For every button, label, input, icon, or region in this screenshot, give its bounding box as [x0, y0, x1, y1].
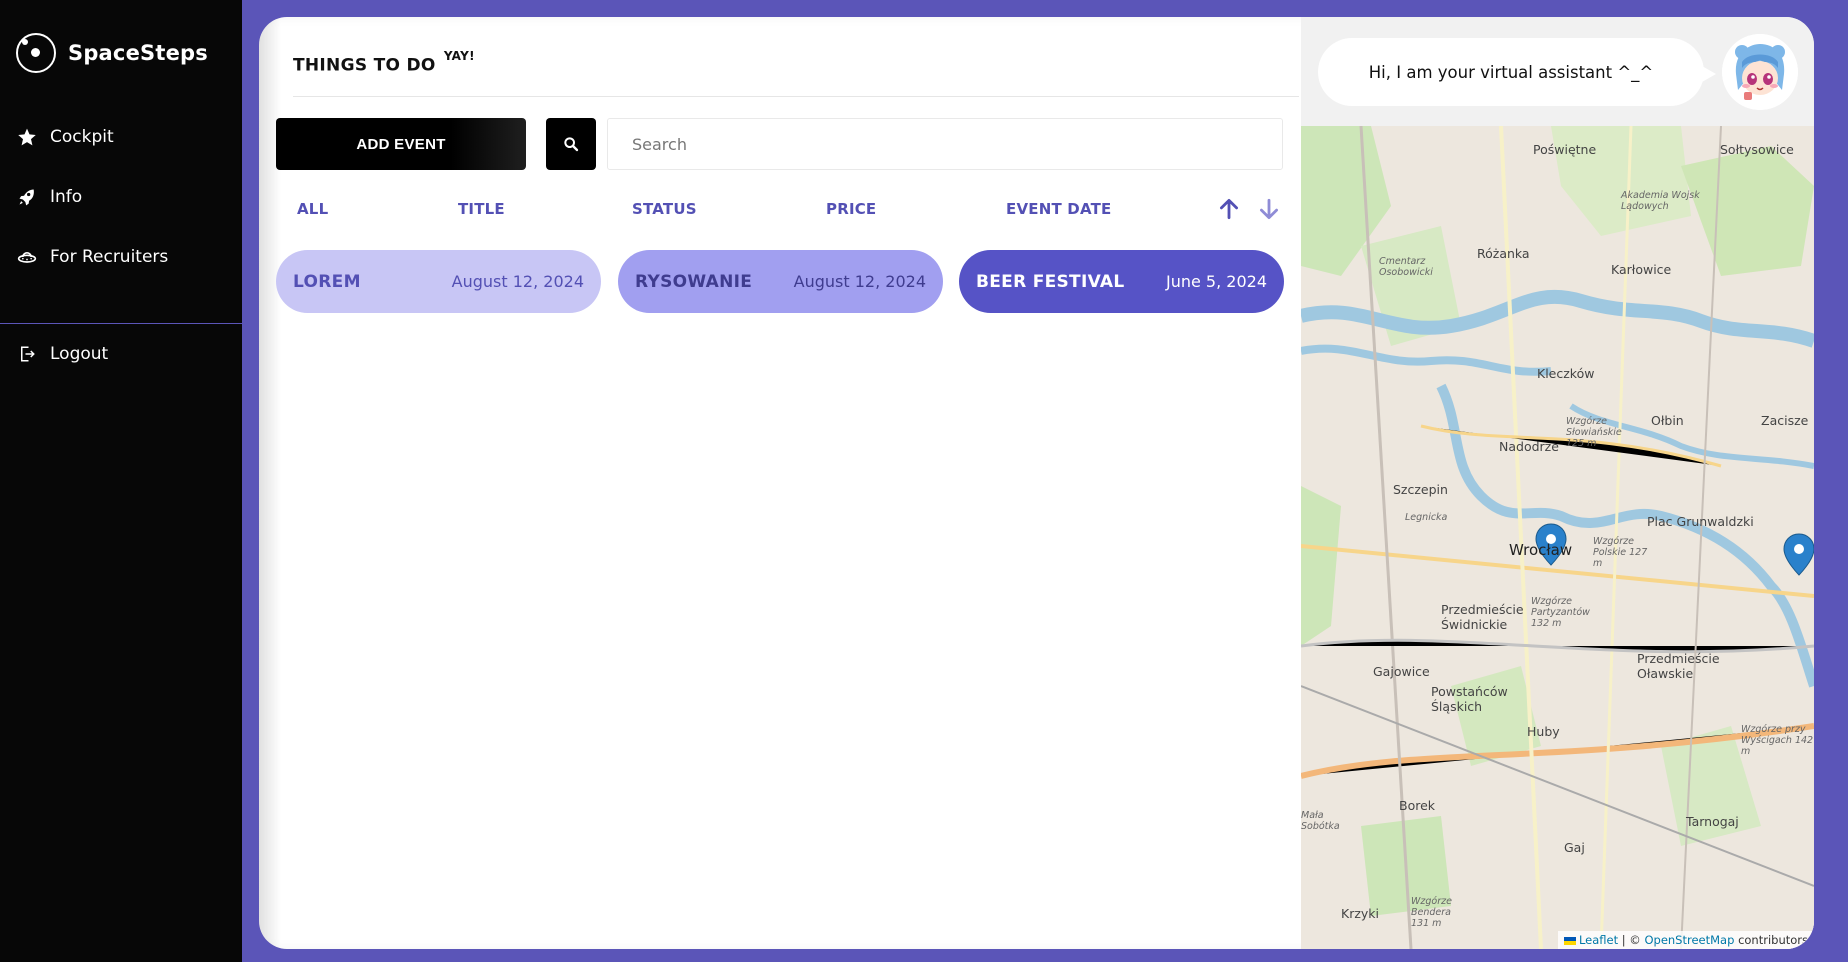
map-label: Gaj [1564, 840, 1585, 855]
assistant-greeting: Hi, I am your virtual assistant ^_^ [1368, 62, 1654, 82]
map-attribution: Leaflet | © OpenStreetMap contributors [1557, 931, 1814, 949]
map-label: Zacisze [1761, 413, 1809, 428]
sort-title[interactable]: TITLE [458, 200, 505, 218]
map-label: Wrocław [1509, 541, 1573, 559]
map-label: Przedmieście Oławskie [1637, 651, 1720, 681]
search-input[interactable] [607, 118, 1283, 170]
arrow-up-icon[interactable] [1216, 196, 1242, 222]
map-label: Wzgórze Bendera 131 m [1411, 896, 1452, 929]
event-date: August 12, 2024 [451, 272, 584, 291]
map-label: Różanka [1477, 246, 1530, 261]
map-label: Plac Grunwaldzki [1647, 514, 1754, 529]
map-label: Kleczków [1537, 366, 1595, 381]
event-card[interactable]: BEER FESTIVAL June 5, 2024 [959, 250, 1284, 313]
map-label: Wzgórze Polskie 127 m [1593, 536, 1648, 569]
osm-link[interactable]: OpenStreetMap [1644, 933, 1734, 947]
map-label: Karłowice [1611, 262, 1672, 277]
event-title: LOREM [293, 271, 361, 292]
event-title: BEER FESTIVAL [976, 271, 1125, 292]
map-label: Wzgórze przy Wyścigach 142 m [1741, 724, 1814, 757]
sidebar-item-label: Info [50, 187, 83, 207]
search-button[interactable] [546, 118, 596, 170]
leaflet-link[interactable]: Leaflet [1579, 933, 1618, 947]
star-icon [16, 126, 38, 148]
event-date: August 12, 2024 [793, 272, 926, 291]
add-event-button[interactable]: ADD EVENT [276, 118, 526, 170]
assistant-avatar[interactable] [1722, 34, 1798, 110]
anime-avatar-icon [1722, 34, 1798, 110]
sidebar: SpaceSteps Cockpit Info For Recruiters L… [0, 0, 242, 962]
main-card: THINGS TO DO YAY! ADD EVENT ALL TITLE ST… [259, 17, 1814, 949]
brand[interactable]: SpaceSteps [16, 33, 208, 73]
map-label: Gajowice [1373, 664, 1430, 679]
ufo-icon [16, 246, 38, 268]
map-label: Krzyki [1341, 906, 1380, 921]
sort-status[interactable]: STATUS [632, 200, 697, 218]
planet-logo-icon [16, 33, 56, 73]
attribution-suffix: contributors [1738, 933, 1808, 947]
map-label: Borek [1399, 798, 1436, 813]
event-card[interactable]: RYSOWANIE August 12, 2024 [618, 250, 943, 313]
attribution-separator: | © [1621, 933, 1641, 947]
logout-icon [16, 343, 38, 365]
map-label: Ołbin [1651, 413, 1684, 428]
logout-label: Logout [50, 344, 109, 364]
event-date: June 5, 2024 [1166, 272, 1267, 291]
event-card[interactable]: LOREM August 12, 2024 [276, 250, 601, 313]
map-label: Wzgórze Partyzantów 132 m [1531, 596, 1590, 629]
arrow-down-icon[interactable] [1256, 196, 1282, 222]
map-label: Szczepin [1393, 482, 1448, 497]
sidebar-item-cockpit[interactable]: Cockpit [16, 126, 114, 148]
logout-button[interactable]: Logout [16, 343, 108, 365]
map-label: Legnicka [1405, 512, 1448, 523]
map-view[interactable]: Poświętne Sołtysowice Różanka Karłowice … [1301, 126, 1814, 949]
sort-all[interactable]: ALL [297, 200, 328, 218]
assistant-panel: Hi, I am your virtual assistant ^_^ Pośw… [1301, 17, 1814, 949]
event-title: RYSOWANIE [635, 271, 753, 292]
page-title-text: THINGS TO DO [293, 55, 436, 76]
title-divider [293, 96, 1299, 97]
map-label: Tarnogaj [1686, 814, 1739, 829]
sidebar-item-for-recruiters[interactable]: For Recruiters [16, 246, 168, 268]
ukraine-flag-icon [1563, 936, 1576, 945]
search-icon [564, 137, 579, 152]
page-title: THINGS TO DO YAY! [293, 49, 475, 76]
sidebar-item-info[interactable]: Info [16, 186, 82, 208]
map-label: Sołtysowice [1720, 142, 1794, 157]
map-label: Poświętne [1533, 142, 1597, 157]
map-label: Akademia Wojsk Lądowych [1621, 190, 1700, 212]
sidebar-divider [0, 323, 242, 324]
sidebar-item-label: Cockpit [50, 127, 114, 147]
rocket-icon [16, 186, 38, 208]
map-label: Powstańców Śląskich [1431, 684, 1508, 714]
page-title-sup: YAY! [443, 49, 475, 63]
sort-event-date[interactable]: EVENT DATE [1006, 200, 1111, 218]
sort-price[interactable]: PRICE [826, 200, 876, 218]
map-label: Wzgórze Słowiańskie 125 m [1566, 416, 1622, 449]
sidebar-item-label: For Recruiters [50, 247, 169, 267]
map-label: Nadodrze [1499, 439, 1559, 454]
map-label: Cmentarz Osobowicki [1379, 256, 1433, 278]
assistant-speech-bubble: Hi, I am your virtual assistant ^_^ [1318, 38, 1716, 106]
map-label: Mała Sobótka [1301, 810, 1340, 832]
brand-name: SpaceSteps [68, 41, 208, 65]
map-label: Huby [1527, 724, 1560, 739]
